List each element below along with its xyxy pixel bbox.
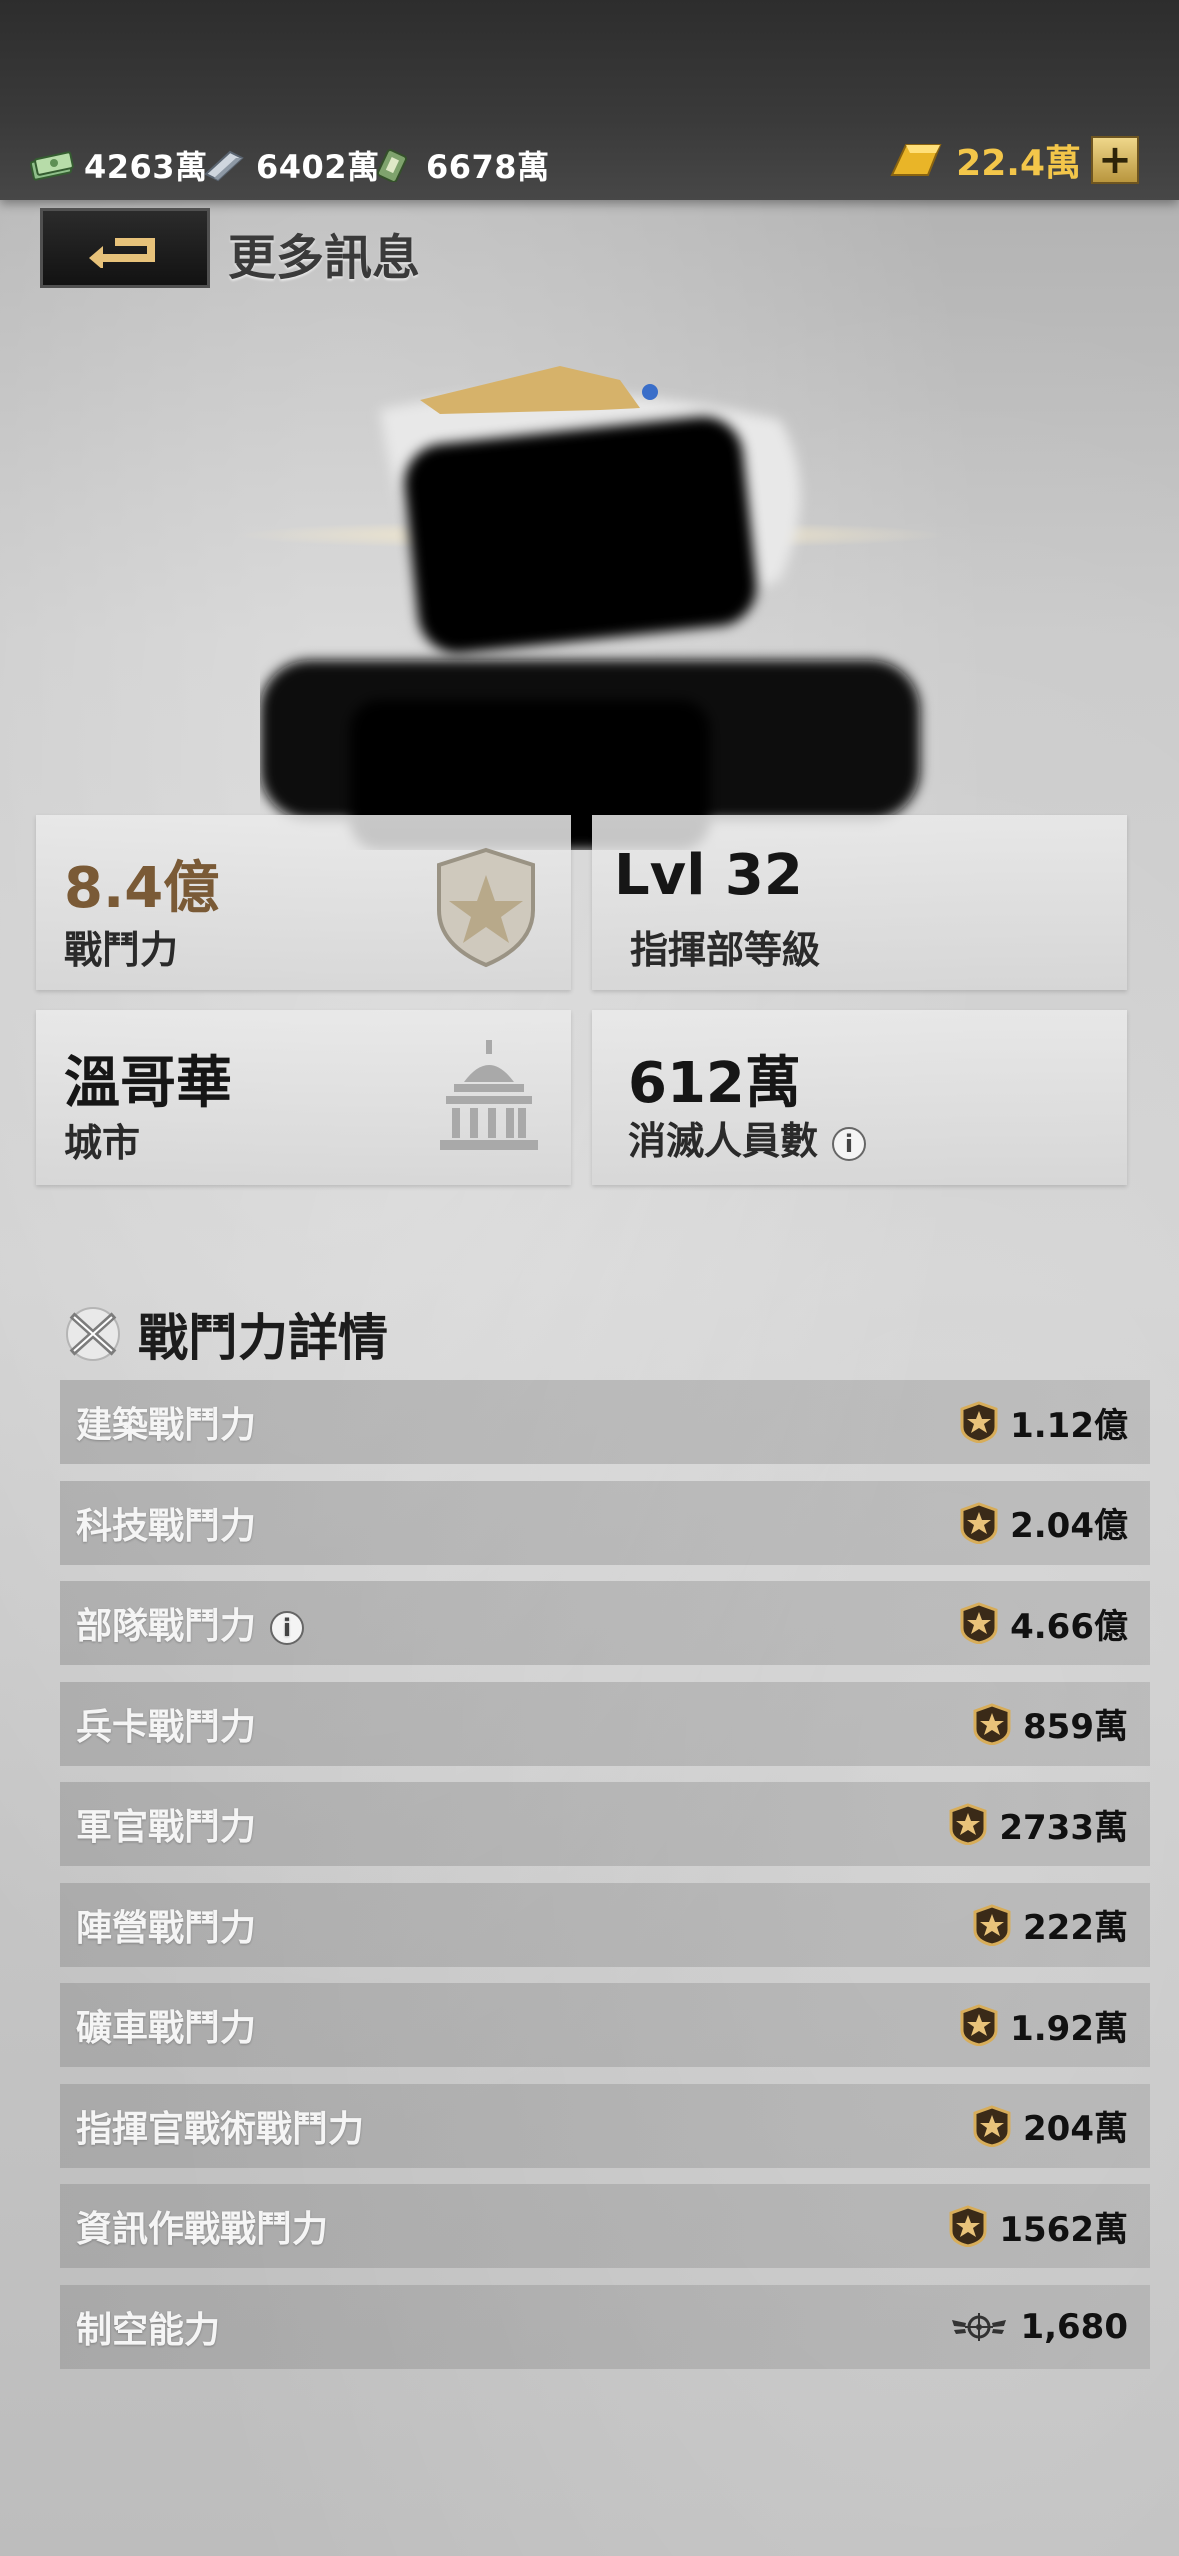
power-detail-value: 4.66億 <box>1010 1606 1128 1647</box>
power-detail-value-group: 1.92萬 <box>960 2001 1128 2050</box>
power-detail-row: 部隊戰鬥力 i 4.66億 <box>60 1581 1150 1665</box>
power-detail-value-group: 2.04億 <box>960 1498 1128 1547</box>
power-detail-label-text: 部隊戰鬥力 <box>76 1606 257 1647</box>
star-badge-icon <box>960 2004 998 2046</box>
kills-info-icon[interactable]: i <box>832 1126 867 1161</box>
hq-level-label: 指揮部等級 <box>630 928 821 972</box>
power-value: 8.4億 <box>64 856 220 921</box>
power-detail-value: 2.04億 <box>1010 1506 1128 1546</box>
resource-fuel-value: 6678萬 <box>426 148 550 186</box>
resource-steel-value: 6402萬 <box>256 148 380 186</box>
power-detail-label-text: 建築戰鬥力 <box>76 1405 257 1446</box>
power-detail-value-group: 1562萬 <box>949 2202 1128 2251</box>
power-detail-label: 建築戰鬥力 <box>76 1396 256 1448</box>
kills-card: 612萬 消滅人員數 i <box>592 1010 1127 1185</box>
power-detail-value: 1.92萬 <box>1010 2008 1128 2049</box>
power-detail-label-text: 科技戰鬥力 <box>76 1505 257 1547</box>
power-label: 戰鬥力 <box>64 928 179 972</box>
kills-value: 612萬 <box>628 1051 801 1116</box>
fuel-cell-icon <box>377 149 407 182</box>
avatar-redacted <box>260 330 940 850</box>
shield-star-icon <box>437 847 535 968</box>
hq-level-card: Lvl 32 指揮部等級 <box>592 815 1127 990</box>
power-detail-row: 建築戰鬥力 1.12億 <box>60 1380 1150 1464</box>
gold-bar-icon <box>890 144 942 176</box>
star-badge-icon <box>960 1602 998 1644</box>
gold-value: 22.4萬 <box>956 143 1081 184</box>
power-detail-value: 859萬 <box>1023 1707 1128 1747</box>
star-badge-icon <box>973 1702 1011 1745</box>
kills-label: 消滅人員數 <box>628 1119 819 1163</box>
resource-fuel[interactable]: 6678萬 <box>370 142 550 188</box>
power-detail-value: 1.12億 <box>1010 1405 1128 1446</box>
gold-resource[interactable]: 22.4萬 + <box>886 134 1139 186</box>
power-detail-value-group: 204萬 <box>973 2101 1128 2150</box>
power-detail-label-text: 軍官戰鬥力 <box>76 1807 257 1848</box>
power-detail-row: 制空能力 1,680 <box>60 2284 1150 2369</box>
power-detail-label: 兵卡戰鬥力 <box>76 1698 256 1750</box>
power-detail-label: 軍官戰鬥力 <box>76 1798 256 1850</box>
power-detail-value-group: 859萬 <box>973 1699 1128 1748</box>
star-badge-icon <box>960 1501 998 1544</box>
hq-level-value: Lvl 32 <box>614 843 803 908</box>
power-details-header: 戰鬥力詳情 <box>62 1298 388 1370</box>
city-value: 溫哥華 <box>64 1051 232 1116</box>
power-card: 8.4億 戰鬥力 <box>36 815 571 990</box>
power-detail-label-text: 資訊作戰戰鬥力 <box>76 2209 329 2250</box>
resource-cash-value: 4263萬 <box>84 148 208 186</box>
city-label: 城市 <box>64 1121 141 1165</box>
power-detail-row: 兵卡戰鬥力 859萬 <box>60 1681 1150 1766</box>
power-detail-value-group: 4.66億 <box>960 1599 1128 1648</box>
power-detail-label: 資訊作戰戰鬥力 <box>76 2200 328 2252</box>
top-resource-bar: 4263萬 6402萬 6678萬 22.4萬 + <box>0 0 1179 200</box>
power-detail-row: 礦車戰鬥力 1.92萬 <box>60 1983 1150 2067</box>
cash-stack-icon <box>29 151 74 181</box>
kills-label-wrap: 消滅人員數 i <box>628 1110 867 1165</box>
resource-cash[interactable]: 4263萬 <box>28 142 208 188</box>
add-gold-button[interactable]: + <box>1091 136 1139 184</box>
power-detail-label: 礦車戰鬥力 <box>76 1999 256 2051</box>
power-detail-label-text: 礦車戰鬥力 <box>76 2008 257 2049</box>
power-detail-row: 陣營戰鬥力 222萬 <box>60 1882 1150 1967</box>
power-detail-label: 制空能力 <box>76 2301 220 2353</box>
power-detail-label: 指揮官戰術戰鬥力 <box>76 2100 364 2152</box>
crossed-swords-icon <box>66 1307 120 1361</box>
power-detail-label: 部隊戰鬥力 i <box>76 1597 305 1649</box>
power-detail-value: 222萬 <box>1023 1908 1128 1948</box>
power-detail-label-text: 兵卡戰鬥力 <box>76 1706 257 1748</box>
star-badge-icon <box>949 2205 987 2247</box>
power-detail-value: 2733萬 <box>999 1807 1128 1848</box>
air-wings-icon <box>952 2312 1007 2341</box>
star-badge-icon <box>949 1803 987 1845</box>
back-button[interactable] <box>40 208 210 288</box>
power-detail-value: 1562萬 <box>999 2209 1128 2250</box>
resource-steel[interactable]: 6402萬 <box>200 142 380 188</box>
star-badge-icon <box>960 1401 998 1443</box>
power-detail-row: 資訊作戰戰鬥力 1562萬 <box>60 2184 1150 2268</box>
power-detail-label-text: 指揮官戰術戰鬥力 <box>76 2108 365 2150</box>
power-detail-value-group: 222萬 <box>973 1900 1128 1949</box>
avatar-image <box>260 366 920 850</box>
power-detail-value: 1,680 <box>1020 2306 1128 2347</box>
back-arrow-icon <box>89 238 155 268</box>
power-detail-row: 科技戰鬥力 2.04億 <box>60 1480 1150 1565</box>
power-details-title: 戰鬥力詳情 <box>138 1309 388 1367</box>
info-icon[interactable]: i <box>270 1611 305 1645</box>
page-title: 更多訊息 <box>228 230 421 286</box>
steel-bar-icon <box>204 150 244 182</box>
power-detail-value-group: 2733萬 <box>949 1800 1128 1849</box>
power-detail-label-text: 陣營戰鬥力 <box>76 1907 257 1949</box>
power-detail-value-group: 1.12億 <box>960 1398 1128 1447</box>
power-detail-row: 軍官戰鬥力 2733萬 <box>60 1782 1150 1866</box>
power-detail-row: 指揮官戰術戰鬥力 204萬 <box>60 2083 1150 2168</box>
power-detail-label: 陣營戰鬥力 <box>76 1899 256 1951</box>
star-badge-icon <box>973 1903 1011 1946</box>
star-badge-icon <box>973 2104 1011 2147</box>
power-detail-value: 204萬 <box>1023 2109 1128 2149</box>
power-detail-label-text: 制空能力 <box>76 2309 221 2351</box>
city-card: 溫哥華 城市 <box>36 1010 571 1185</box>
city-hall-icon <box>440 1040 538 1150</box>
power-detail-label: 科技戰鬥力 <box>76 1497 256 1549</box>
power-detail-value-group: 1,680 <box>950 2306 1128 2348</box>
